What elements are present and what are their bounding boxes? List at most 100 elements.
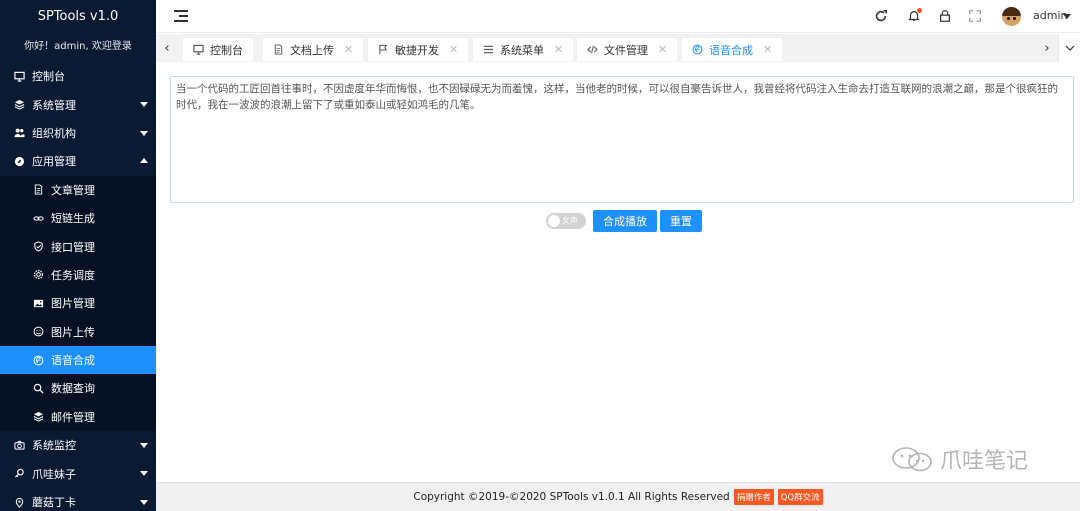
sidebar-item-label: 系统管理	[32, 98, 76, 112]
sidebar-item-label: 邮件管理	[51, 410, 95, 424]
chevron-down-icon	[140, 499, 148, 505]
voice-icon	[32, 354, 44, 366]
tab[interactable]: 敏捷开发 ✕	[368, 38, 469, 61]
sidebar-item[interactable]: 语音合成	[0, 345, 156, 375]
tab-label: 系统菜单	[500, 43, 544, 57]
close-icon[interactable]: ✕	[658, 43, 667, 56]
tts-controls: 女声 合成播放 重置	[546, 210, 702, 232]
sidebar-item-label: 控制台	[32, 70, 65, 84]
sidebar-item[interactable]: 图片上传	[0, 317, 156, 346]
tab-bar: ‹ 控制台 文档上传 ✕ 敏捷开发 ✕ 系统菜单 ✕ 文件管理 ✕ 语音合成 ✕ ›	[156, 34, 1080, 62]
sidebar-item[interactable]: 应用管理	[0, 147, 156, 176]
sidebar-item[interactable]: 邮件管理	[0, 402, 156, 432]
voice-toggle-label: 女声	[562, 216, 578, 225]
sidebar-item[interactable]: 短链生成	[0, 203, 156, 233]
sidebar-item[interactable]: 系统管理	[0, 90, 156, 119]
sidebar-item[interactable]: 文章管理	[0, 175, 156, 204]
sidebar-item-label: 应用管理	[32, 155, 76, 169]
tab-scroll-right-icon[interactable]: ›	[1036, 34, 1058, 62]
sidebar-item-label: 任务调度	[51, 268, 95, 282]
sidebar-item[interactable]: 接口管理	[0, 232, 156, 261]
chevron-down-icon	[140, 443, 148, 449]
copyright-text: Copyright ©2019-©2020 SPTools v1.0.1 All…	[413, 491, 730, 503]
tab-label: 文件管理	[604, 43, 648, 57]
monitor-icon	[193, 44, 204, 55]
refresh-icon[interactable]	[873, 8, 889, 24]
sidebar-item-label: 爪哇妹子	[32, 467, 76, 481]
chevron-down-icon	[140, 471, 148, 477]
lock-icon[interactable]	[937, 8, 953, 24]
tab-scroll-left-icon[interactable]: ‹	[156, 34, 178, 62]
watermark-text: 爪哇笔记	[940, 449, 1029, 474]
footer: Copyright ©2019-©2020 SPTools v1.0.1 All…	[156, 482, 1080, 511]
tab[interactable]: 文档上传 ✕	[263, 38, 364, 61]
pin-icon	[13, 496, 25, 508]
app-title: SPTools v1.0	[0, 0, 156, 33]
sidebar-item[interactable]: 控制台	[0, 62, 156, 91]
layers-icon	[13, 99, 25, 111]
file-icon	[32, 184, 44, 196]
sidebar-item-label: 系统监控	[32, 439, 76, 453]
tts-text-input[interactable]	[170, 76, 1074, 203]
sidebar-item[interactable]: 任务调度	[0, 260, 156, 290]
sidebar-item-label: 图片上传	[51, 325, 95, 339]
fullscreen-icon[interactable]	[967, 8, 983, 24]
sidebar-item-label: 蘑菇丁卡	[32, 496, 76, 510]
wechat-watermark: 爪哇笔记	[890, 443, 1028, 475]
notification-dot	[917, 8, 922, 13]
close-icon[interactable]: ✕	[449, 43, 458, 56]
donate-link[interactable]: 捐赠作者	[733, 489, 774, 505]
sidebar-item[interactable]: 爪哇妹子	[0, 459, 156, 488]
file-icon	[273, 44, 284, 55]
link-icon	[32, 212, 44, 224]
tab[interactable]: 系统菜单 ✕	[473, 38, 574, 61]
image-icon	[32, 297, 44, 309]
sidebar-item-label: 图片管理	[51, 297, 95, 311]
synthesize-play-button[interactable]: 合成播放	[593, 210, 657, 232]
shield-icon	[32, 241, 44, 253]
tab[interactable]: 控制台	[183, 38, 253, 61]
wechat-icon	[892, 447, 932, 472]
sidebar-item[interactable]: 图片管理	[0, 289, 156, 318]
menu-toggle-icon[interactable]	[174, 10, 188, 22]
tab[interactable]: 文件管理 ✕	[577, 38, 678, 61]
voice-icon	[692, 44, 703, 55]
sidebar-item[interactable]: 蘑菇丁卡	[0, 487, 156, 511]
avatar[interactable]	[1002, 7, 1021, 26]
compass-icon	[13, 155, 25, 167]
sidebar: SPTools v1.0 你好！admin, 欢迎登录 控制台系统管理组织机构应…	[0, 0, 156, 511]
tab[interactable]: 语音合成 ✕	[682, 38, 783, 61]
sidebar-item[interactable]: 组织机构	[0, 118, 156, 148]
chevron-down-icon[interactable]	[1063, 14, 1071, 19]
sidebar-item[interactable]: 数据查询	[0, 374, 156, 403]
sidebar-item-label: 短链生成	[51, 212, 95, 226]
sidebar-item-label: 文章管理	[51, 183, 95, 197]
code-icon	[587, 44, 598, 55]
welcome-text: 你好！admin, 欢迎登录	[0, 33, 156, 60]
main-content: 女声 合成播放 重置	[156, 62, 1080, 482]
sidebar-item-label: 语音合成	[51, 354, 95, 368]
sidebar-item[interactable]: 系统监控	[0, 431, 156, 460]
top-header: admin	[156, 0, 1080, 33]
tab-menu-chevron-icon[interactable]	[1058, 34, 1080, 62]
users-icon	[13, 127, 25, 139]
sidebar-item-label: 组织机构	[32, 126, 76, 140]
close-icon[interactable]: ✕	[344, 43, 353, 56]
camera-icon	[13, 439, 25, 451]
monitor-icon	[13, 70, 25, 82]
qq-group-link[interactable]: QQ群交流	[777, 489, 823, 505]
close-icon[interactable]: ✕	[554, 43, 563, 56]
search-icon	[32, 382, 44, 394]
sidebar-menu: 控制台系统管理组织机构应用管理文章管理短链生成接口管理任务调度图片管理图片上传语…	[0, 62, 156, 511]
tab-label: 敏捷开发	[395, 43, 439, 57]
bell-icon[interactable]	[906, 8, 922, 24]
sidebar-item-label: 接口管理	[51, 240, 95, 254]
reset-button[interactable]: 重置	[660, 210, 702, 232]
gear-icon	[32, 269, 44, 281]
smile-icon	[32, 326, 44, 338]
voice-gender-toggle[interactable]: 女声	[546, 213, 586, 229]
chevron-down-icon	[140, 130, 148, 136]
key-icon	[13, 468, 25, 480]
close-icon[interactable]: ✕	[763, 43, 772, 56]
chevron-down-icon	[140, 102, 148, 108]
